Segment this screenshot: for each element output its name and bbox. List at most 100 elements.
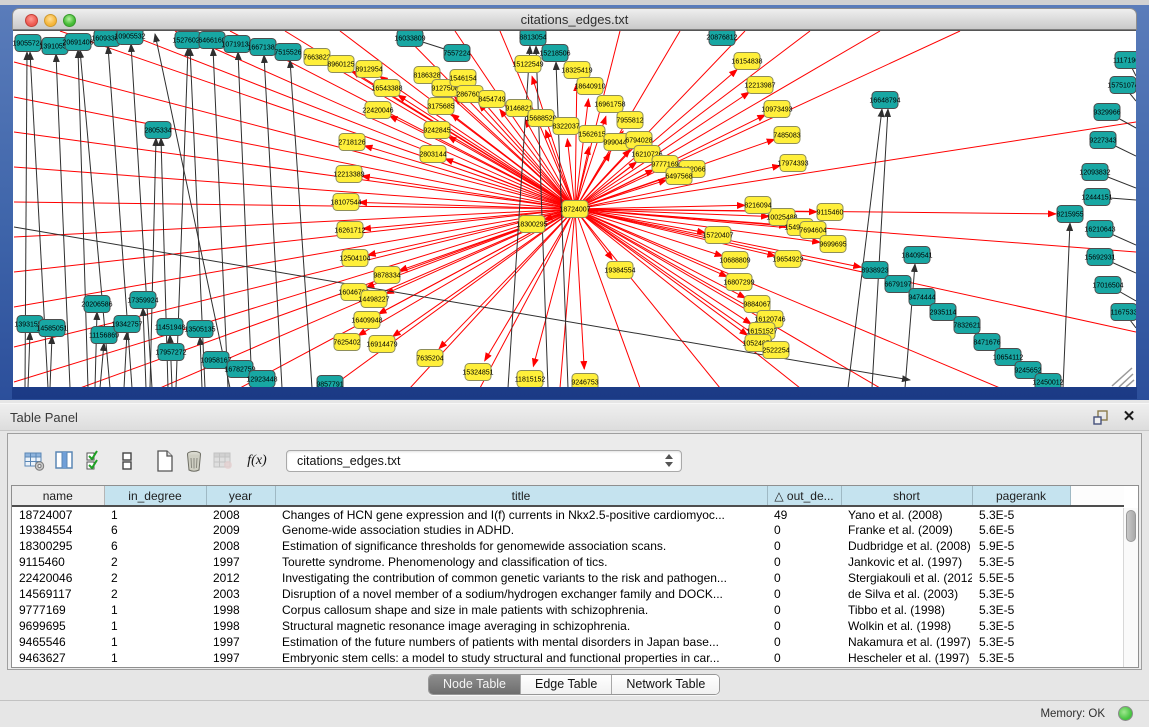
tab-node-table[interactable]: Node Table [429,675,521,694]
select-columns-icon[interactable] [54,450,76,472]
network-node[interactable]: 7955812 [616,112,643,129]
network-node[interactable]: 8216094 [744,197,771,214]
network-node[interactable]: 8912954 [355,61,382,78]
network-node[interactable]: 10905532 [114,31,145,45]
network-node[interactable]: 18325419 [561,62,592,79]
network-node[interactable]: 9227343 [1089,132,1116,149]
network-node[interactable]: 15122549 [512,56,543,73]
network-graph[interactable]: 8186328912750815461542867608317568584547… [13,31,1136,387]
network-node[interactable]: 11815152 [515,371,546,388]
network-node[interactable]: 7557224 [443,45,470,62]
select-rows-icon[interactable] [84,450,106,472]
network-node[interactable]: 16154838 [731,53,762,70]
scrollbar-thumb[interactable] [1126,510,1136,542]
table-row[interactable]: 1830029562008Estimation of significance … [12,538,1124,554]
network-node[interactable]: 16261712 [334,222,365,239]
network-node[interactable]: 8938923 [861,262,888,279]
network-node[interactable]: 18300295 [516,216,547,233]
network-node[interactable]: 12444151 [1081,189,1112,206]
network-node[interactable]: 1562615 [578,126,605,143]
vertical-scrollbar[interactable] [1123,508,1138,667]
network-node[interactable]: 12213389 [333,166,364,183]
network-node[interactable]: 16543388 [371,80,402,97]
network-node[interactable]: 16648794 [869,92,900,109]
network-hub-node[interactable]: 18724007 [559,201,590,218]
network-node[interactable]: 8471676 [973,334,1000,351]
network-node[interactable]: 7485083 [773,127,800,144]
network-node[interactable]: 13505135 [184,321,215,338]
network-node[interactable]: 12093832 [1079,164,1110,181]
network-node[interactable]: 9329966 [1093,104,1120,121]
network-node[interactable]: 14585051 [36,320,67,337]
network-node[interactable]: 22420046 [362,102,393,119]
network-node[interactable]: 20691406 [62,34,93,51]
column-header-title[interactable]: title [275,486,767,506]
column-header-short[interactable]: short [841,486,972,506]
network-node[interactable]: 6679197 [884,276,911,293]
table-row[interactable]: 977716911998Corpus callosum shape and si… [12,602,1124,618]
network-node[interactable]: 7635204 [416,350,443,367]
network-node[interactable]: 10688809 [719,252,750,269]
network-node[interactable]: 1546154 [449,70,476,87]
network-node[interactable]: 11171964 [1113,52,1136,69]
table-row[interactable]: 911546021997Tourette syndrome. Phenomeno… [12,554,1124,570]
network-node[interactable]: 2522254 [762,342,789,359]
function-builder-icon[interactable]: f(x) [246,450,268,472]
network-node[interactable]: 18409541 [901,247,932,264]
network-node[interactable]: 15692931 [1084,249,1115,266]
column-header-pagerank[interactable]: pagerank [972,486,1070,506]
network-node[interactable]: 17974393 [777,155,808,172]
network-node[interactable]: 9857791 [316,376,343,388]
network-node[interactable]: 18640910 [574,78,605,95]
table-row[interactable]: 969969511998Structural magnetic resonanc… [12,618,1124,634]
network-node[interactable]: 2805334 [144,122,171,139]
network-node[interactable]: 9115460 [817,204,844,221]
network-node[interactable]: 7625402 [333,334,360,351]
network-node[interactable]: 18107544 [330,194,361,211]
network-node[interactable]: 9474444 [908,289,935,306]
network-node[interactable]: 11451948 [155,319,186,336]
network-node[interactable]: 17359924 [127,292,158,309]
network-node[interactable]: 19384554 [604,262,635,279]
network-node[interactable]: 15218506 [539,45,570,62]
new-column-icon[interactable] [154,450,176,472]
node-attribute-table[interactable]: namein_degreeyeartitle△ out_de...shortpa… [12,486,1124,666]
network-node[interactable]: 12923448 [246,371,277,388]
table-row[interactable]: 946362711997Embryonic stem cells: a mode… [12,650,1124,666]
network-node[interactable]: 16210643 [1084,221,1115,238]
network-node[interactable]: 15751074 [1107,77,1136,94]
network-node[interactable]: 16409948 [351,312,382,329]
column-header-year[interactable]: year [206,486,275,506]
network-node[interactable]: 2718126 [338,134,365,151]
network-node[interactable]: 19654923 [772,251,803,268]
network-canvas[interactable]: 8186328912750815461542867608317568584547… [13,30,1136,387]
network-node[interactable]: 10973493 [761,101,792,118]
network-node[interactable]: 9878334 [373,267,400,284]
network-node[interactable]: 15720407 [702,227,733,244]
tab-network-table[interactable]: Network Table [612,675,719,694]
network-node[interactable]: 16033809 [394,31,425,47]
network-node[interactable]: 16807299 [723,274,754,291]
network-node[interactable]: 20206586 [81,296,112,313]
column-header-name[interactable]: name [12,486,104,506]
table-row[interactable]: 1872400712008Changes of HCN gene express… [12,506,1124,522]
network-node[interactable]: 9242845 [423,122,450,139]
table-row[interactable]: 1938455462009Genome-wide association stu… [12,522,1124,538]
network-node[interactable]: 16961758 [594,96,625,113]
network-node[interactable]: 9884067 [743,296,770,313]
network-node[interactable]: 20876812 [706,31,737,46]
network-window-titlebar[interactable]: citations_edges.txt [12,8,1137,30]
network-node[interactable]: 8454749 [478,91,505,108]
network-node[interactable]: 15324851 [462,364,493,381]
table-row[interactable]: 1456911722003Disruption of a novel membe… [12,586,1124,602]
network-node[interactable]: 8322037 [552,118,579,135]
close-panel-icon[interactable]: ✕ [1121,408,1137,426]
column-header-in_degree[interactable]: in_degree [104,486,206,506]
network-node[interactable]: 17957272 [155,344,186,361]
network-node[interactable]: 7515526 [274,44,301,61]
network-node[interactable]: 1167533 [1111,304,1136,321]
clear-row-selection-icon[interactable] [116,450,138,472]
float-panel-icon[interactable] [1093,410,1109,426]
network-node[interactable]: 8960125 [327,56,354,73]
network-node[interactable]: 2803144 [419,146,446,163]
